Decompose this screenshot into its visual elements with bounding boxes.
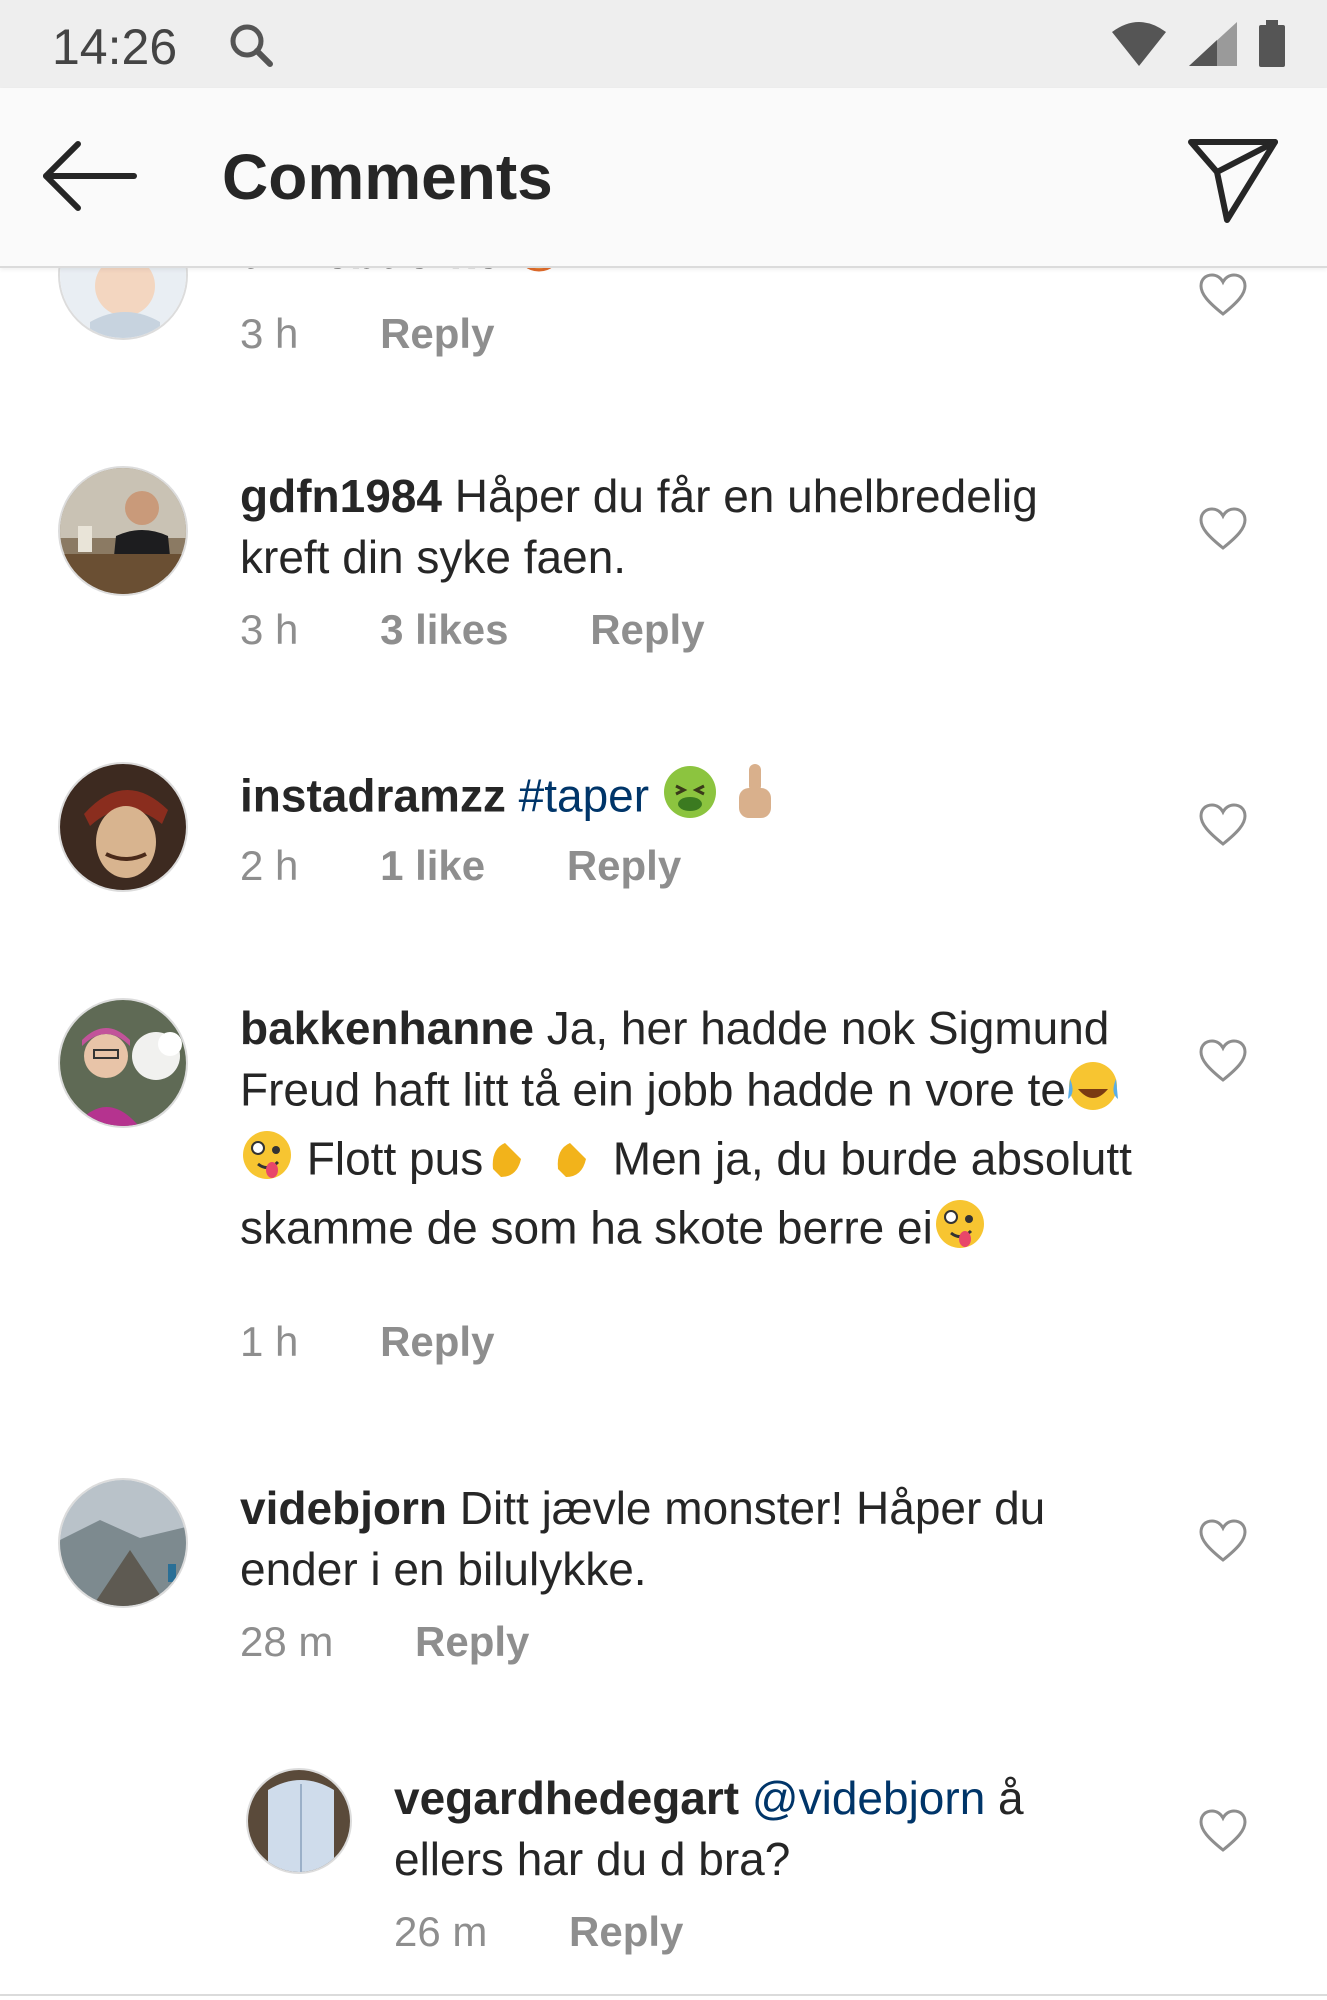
comment-item: unnebuerke 3 h Reply [0,266,1327,386]
comment-username[interactable]: vegardhedegart [394,1772,739,1824]
comment-time: 3 h [240,310,299,357]
signal-icon [1188,22,1237,66]
zany-face-emoji-icon [240,1128,294,1197]
status-time: 14:26 [52,19,178,75]
clapping-hands-emoji-icon [548,1129,600,1196]
comment-time: 2 h [240,842,299,889]
heart-outline-icon[interactable] [1198,1038,1248,1084]
zany-face-emoji-icon [933,1197,987,1266]
avatar[interactable] [58,266,188,340]
avatar[interactable] [58,1478,188,1608]
comment-username[interactable]: bakkenhanne [240,1002,534,1054]
app-header: Comments [0,88,1327,268]
comment-likes[interactable]: 3 likes [380,606,508,654]
mention-link[interactable]: @videbjorn [752,1772,985,1824]
comment-item: gdfn1984 Håper du får en uhelbredelig kr… [0,466,1327,666]
comment-username[interactable]: videbjorn [240,1482,447,1534]
frowning-face-emoji-icon [514,266,564,288]
comment-likes[interactable]: 1 like [380,842,485,890]
reply-button[interactable]: Reply [380,1318,494,1366]
comment-time: 3 h [240,606,299,653]
hashtag-link[interactable]: #taper [519,770,649,822]
comment-item: videbjorn Ditt jævle monster! Håper du e… [0,1478,1327,1678]
comment-username[interactable]: instadramzz [240,770,506,822]
nauseated-face-emoji-icon [662,764,718,835]
heart-outline-icon[interactable] [1198,272,1248,318]
comment-reply-item: vegardhedegart @videbjorn å ellers har d… [0,1768,1327,1968]
reply-button[interactable]: Reply [569,1908,683,1956]
comment-time: 28 m [240,1618,334,1665]
status-bar: 14:26 [0,0,1327,88]
battery-icon [1259,20,1285,67]
comment-time: 1 h [240,1318,299,1365]
comments-list: unnebuerke 3 h Reply gdfn1984 Håper du f… [0,266,1327,2000]
avatar[interactable] [58,998,188,1128]
reply-button[interactable]: Reply [590,606,704,654]
reply-button[interactable]: Reply [415,1618,529,1666]
avatar[interactable] [246,1768,352,1874]
reply-button[interactable]: Reply [567,842,681,890]
avatar[interactable] [58,466,188,596]
wifi-icon [1112,22,1167,66]
reply-button[interactable]: Reply [380,310,494,358]
page-title: Comments [222,141,553,213]
avatar[interactable] [58,762,188,892]
heart-outline-icon[interactable] [1198,1518,1248,1564]
comment-item: instadramzz #taper 2 h 1 like Reply [0,762,1327,902]
comment-text: Flott pus [294,1132,484,1185]
clapping-hands-emoji-icon [483,1129,535,1196]
heart-outline-icon[interactable] [1198,1808,1248,1854]
middle-finger-emoji-icon [731,762,779,837]
status-icons [1096,20,1287,68]
back-arrow-icon[interactable] [40,136,140,216]
search-icon [226,20,276,75]
comment-time: 26 m [394,1908,488,1955]
comment-username[interactable]: gdfn1984 [240,470,442,522]
heart-outline-icon[interactable] [1198,802,1248,848]
heart-outline-icon[interactable] [1198,506,1248,552]
comment-item: bakkenhanne Ja, her hadde nok Sigmund Fr… [0,998,1327,1378]
divider [0,1994,1327,1996]
laughing-tears-emoji-icon [1066,1059,1120,1128]
send-icon[interactable] [1183,128,1283,228]
